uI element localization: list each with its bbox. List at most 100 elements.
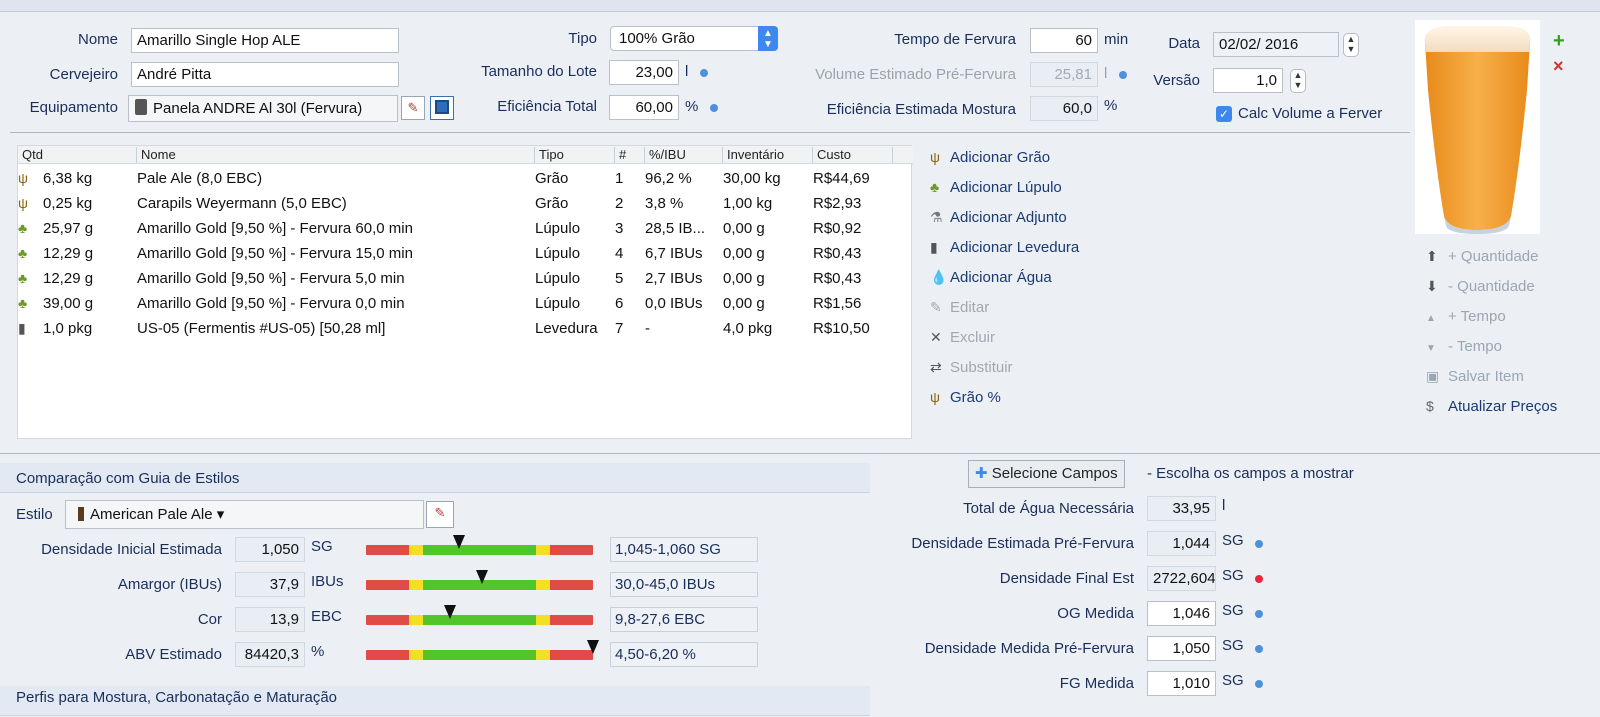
date-stepper[interactable]: ▲ ▼ xyxy=(1343,33,1359,57)
cell-qtd: 12,29 g xyxy=(43,245,94,262)
edit-notepad-icon: ✎ xyxy=(407,100,419,115)
cervejeiro-label: Cervejeiro xyxy=(49,66,118,83)
field-label: Densidade Estimada Pré-Fervura xyxy=(911,535,1134,552)
field-value[interactable]: 1,010 xyxy=(1147,671,1216,696)
style-param-label: Cor xyxy=(197,611,222,628)
add-yeast-button[interactable]: ▮ Adicionar Levedura xyxy=(930,239,1079,256)
save-item-button[interactable]: ▣ Salvar Item xyxy=(1426,368,1524,385)
calc-volume-checkbox[interactable]: ✓ xyxy=(1216,106,1232,122)
divider xyxy=(10,132,1410,133)
puzzle-icon: ✚ xyxy=(975,465,988,482)
eficiencia-label: Eficiência Total xyxy=(497,98,597,115)
update-prices-button[interactable]: $ Atualizar Preços xyxy=(1426,398,1557,415)
table-row[interactable]: ♣ 12,29 g Amarillo Gold [9,50 %] - Fervura… xyxy=(18,267,913,292)
scale-yellow-zone xyxy=(409,615,423,625)
cell-custo: R$10,50 xyxy=(813,320,870,337)
field-unit: l xyxy=(1222,497,1226,514)
pot-icon xyxy=(135,99,147,115)
grain-icon: ψ xyxy=(930,389,940,405)
table-row[interactable]: ♣ 39,00 g Amarillo Gold [9,50 %] - Fervura… xyxy=(18,292,913,317)
edit-equipment-button[interactable]: ✎ xyxy=(401,96,425,120)
data-input[interactable]: 02/02/ 2016 xyxy=(1213,32,1339,57)
time-up-button[interactable]: ▲ + Tempo xyxy=(1426,308,1506,325)
col-nome[interactable]: Nome xyxy=(136,147,176,163)
cervejeiro-input[interactable]: André Pitta xyxy=(131,62,399,87)
style-range-scale xyxy=(366,640,599,660)
qty-down-button[interactable]: ⬇ - Quantidade xyxy=(1426,278,1535,295)
replace-label: Substituir xyxy=(950,359,1013,376)
delete-button[interactable]: ✕ Excluir xyxy=(930,329,995,346)
scale-green-zone xyxy=(423,545,536,555)
cell-inv: 4,0 pkg xyxy=(723,320,773,337)
scale-green-zone xyxy=(423,650,536,660)
time-down-button[interactable]: ▼ - Tempo xyxy=(1426,338,1502,355)
table-row[interactable]: ♣ 25,97 g Amarillo Gold [9,50 %] - Fervura… xyxy=(18,217,913,242)
divider xyxy=(0,453,1600,454)
equipamento-select[interactable]: Panela ANDRE Al 30l (Fervura) xyxy=(128,95,398,122)
edit-button[interactable]: ✎ Editar xyxy=(930,299,989,316)
select-fields-hint: - Escolha os campos a mostrar xyxy=(1147,465,1354,482)
select-fields-button[interactable]: ✚ Selecione Campos xyxy=(968,460,1125,488)
cell-ibu: 0,0 IBUs xyxy=(645,295,703,312)
table-row[interactable]: ♣ 12,29 g Amarillo Gold [9,50 %] - Fervura… xyxy=(18,242,913,267)
add-adjunct-button[interactable]: ⚗ Adicionar Adjunto xyxy=(930,209,1067,226)
field-label: FG Medida xyxy=(1059,675,1134,692)
style-range-scale xyxy=(366,605,593,625)
cell-nome: Amarillo Gold [9,50 %] - Fervura 0,0 min xyxy=(137,295,405,312)
nome-input[interactable]: Amarillo Single Hop ALE xyxy=(131,28,399,53)
select-arrows-icon: ▲ ▼ xyxy=(758,26,778,51)
field-value[interactable]: 1,050 xyxy=(1147,636,1216,661)
tempo-label: Tempo de Fervura xyxy=(894,31,1016,48)
table-row[interactable]: ψ 6,38 kg Pale Ale (8,0 EBC) Grão 1 96,2 % 30,… xyxy=(18,167,913,192)
delete-label: Excluir xyxy=(950,329,996,346)
col-inventario[interactable]: Inventário xyxy=(722,147,784,163)
col-num[interactable]: # xyxy=(614,147,626,163)
table-row[interactable]: ψ 0,25 kg Carapils Weyermann (5,0 EBC) Grão… xyxy=(18,192,913,217)
beer-glass-small-icon xyxy=(78,507,84,521)
qty-down-label: - Quantidade xyxy=(1448,278,1535,295)
tempo-input[interactable]: 60 xyxy=(1030,28,1098,53)
delete-x-icon: ✕ xyxy=(930,329,942,345)
add-grain-button[interactable]: ψ Adicionar Grão xyxy=(930,149,1050,166)
add-plus-icon[interactable]: + xyxy=(1553,30,1565,53)
update-prices-label: Atualizar Preços xyxy=(1448,398,1558,415)
cell-ibu: 6,7 IBUs xyxy=(645,245,703,262)
volume-value: 25,81 xyxy=(1030,62,1098,87)
col-extra xyxy=(892,147,913,163)
cell-ibu: 3,8 % xyxy=(645,195,684,212)
cell-num: 4 xyxy=(615,245,624,262)
estilo-select[interactable]: American Pale Ale ▾ xyxy=(65,500,424,529)
cell-custo: R$44,69 xyxy=(813,170,870,187)
status-dot-icon xyxy=(710,104,718,112)
cell-inv: 0,00 g xyxy=(723,220,765,237)
replace-button[interactable]: ⇄ Substituir xyxy=(930,359,1013,376)
field-label: Densidade Final Est xyxy=(999,570,1134,587)
versao-stepper[interactable]: ▲ ▼ xyxy=(1290,69,1306,93)
profiles-section-header: Perfis para Mostura, Carbonatação e Matu… xyxy=(0,686,870,716)
col-ibu[interactable]: %/IBU xyxy=(644,147,686,163)
add-hop-button[interactable]: ♣ Adicionar Lúpulo xyxy=(930,179,1062,196)
add-water-button[interactable]: 💧 Adicionar Água xyxy=(930,269,1052,286)
tipo-label: Tipo xyxy=(568,30,597,47)
grain-percent-button[interactable]: ψ Grão % xyxy=(930,389,1001,406)
field-value[interactable]: 1,046 xyxy=(1147,601,1216,626)
tipo-select[interactable]: 100% Grão ▲ ▼ xyxy=(610,26,778,51)
edit-style-button[interactable]: ✎ xyxy=(426,501,454,528)
eficiencia-input[interactable]: 60,00 xyxy=(609,95,679,120)
data-label: Data xyxy=(1168,35,1200,52)
col-tipo[interactable]: Tipo xyxy=(534,147,564,163)
cell-nome: Pale Ale (8,0 EBC) xyxy=(137,170,263,187)
tamanho-input[interactable]: 23,00 xyxy=(609,60,679,85)
adjunct-icon: ⚗ xyxy=(930,209,943,225)
table-row[interactable]: ▮ 1,0 pkg US-05 (Fermentis #US-05) [50,28 … xyxy=(18,317,913,342)
ingredients-table[interactable]: Qtd Nome Tipo # %/IBU Inventário Custo ψ… xyxy=(17,145,913,439)
remove-x-icon[interactable]: × xyxy=(1553,56,1564,77)
grain-percent-label: Grão % xyxy=(950,389,1001,406)
style-param-unit: SG xyxy=(311,538,333,555)
col-custo[interactable]: Custo xyxy=(812,147,851,163)
style-param-value: 84420,3 xyxy=(235,642,305,667)
versao-input[interactable]: 1,0 xyxy=(1213,68,1283,93)
grain-icon: ψ xyxy=(18,195,28,211)
qty-up-button[interactable]: ⬆ + Quantidade xyxy=(1426,248,1539,265)
col-qtd[interactable]: Qtd xyxy=(18,147,43,163)
